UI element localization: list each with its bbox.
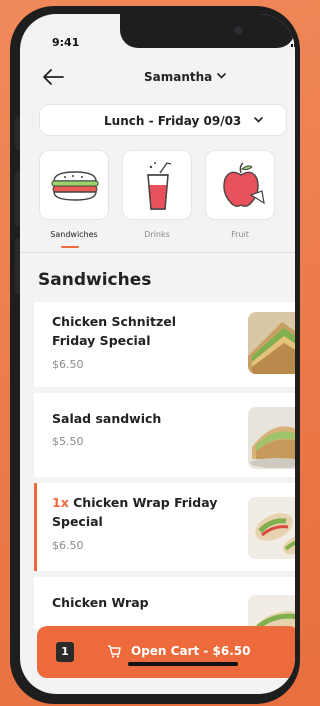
item-name-text: Chicken Wrap Friday Special xyxy=(52,495,218,529)
menu-item[interactable]: Chicken Wrap xyxy=(34,577,295,628)
selected-bar xyxy=(34,483,37,571)
home-indicator xyxy=(128,662,238,666)
section-title: Sandwiches xyxy=(38,270,152,290)
meal-selector-label: Lunch - Friday 09/03 xyxy=(104,114,242,128)
chevron-down-icon[interactable] xyxy=(217,73,226,79)
cart-icon xyxy=(108,645,121,658)
notch xyxy=(120,14,295,48)
category-drinks[interactable] xyxy=(122,150,192,220)
item-price: $6.50 xyxy=(52,358,84,371)
menu-item-selected[interactable]: 1x Chicken Wrap Friday Special $6.50 xyxy=(34,483,295,571)
item-name: Chicken Wrap xyxy=(52,595,149,610)
item-price: $6.50 xyxy=(52,539,84,552)
apple-icon xyxy=(223,162,265,207)
item-name: 1x Chicken Wrap Friday Special xyxy=(52,493,222,531)
signal-icon xyxy=(291,40,295,47)
food-thumbnail xyxy=(248,312,295,374)
menu-list[interactable]: Chicken Schnitzel Friday Special $6.50 S… xyxy=(34,302,295,628)
category-label-drinks: Drinks xyxy=(144,230,170,239)
chevron-down-icon xyxy=(254,117,263,123)
menu-item[interactable]: Chicken Schnitzel Friday Special $6.50 xyxy=(34,302,295,387)
category-label-fruit: Fruit xyxy=(231,230,249,239)
status-time: 9:41 xyxy=(52,36,80,49)
item-price: $5.50 xyxy=(52,435,84,448)
sandwich-icon xyxy=(51,171,99,201)
item-quantity: 1x xyxy=(52,495,69,510)
back-arrow-icon[interactable] xyxy=(40,67,66,87)
user-name[interactable]: Samantha xyxy=(144,70,212,84)
meal-selector[interactable]: Lunch - Friday 09/03 xyxy=(39,104,287,136)
drink-icon xyxy=(147,162,172,210)
cart-count-badge: 1 xyxy=(56,642,74,662)
food-thumbnail xyxy=(248,497,295,559)
phone-screen: 9:41 Samantha Lunch - Friday 09/03 Sandw… xyxy=(20,14,295,694)
header: Samantha xyxy=(20,64,295,104)
category-fruit[interactable] xyxy=(205,150,275,220)
active-tab-indicator xyxy=(61,246,79,248)
category-label-sandwiches: Sandwiches xyxy=(50,230,98,239)
food-thumbnail xyxy=(248,407,295,469)
open-cart-button[interactable]: 1 Open Cart - $6.50 xyxy=(37,626,295,678)
tab-divider xyxy=(20,252,295,253)
item-name: Salad sandwich xyxy=(52,411,162,426)
item-name: Chicken Schnitzel Friday Special xyxy=(52,314,176,348)
food-thumbnail xyxy=(248,595,295,628)
cart-label: Open Cart - $6.50 xyxy=(131,644,251,658)
camera xyxy=(234,26,243,35)
category-sandwiches[interactable] xyxy=(39,150,109,220)
menu-item[interactable]: Salad sandwich $5.50 xyxy=(34,393,295,477)
